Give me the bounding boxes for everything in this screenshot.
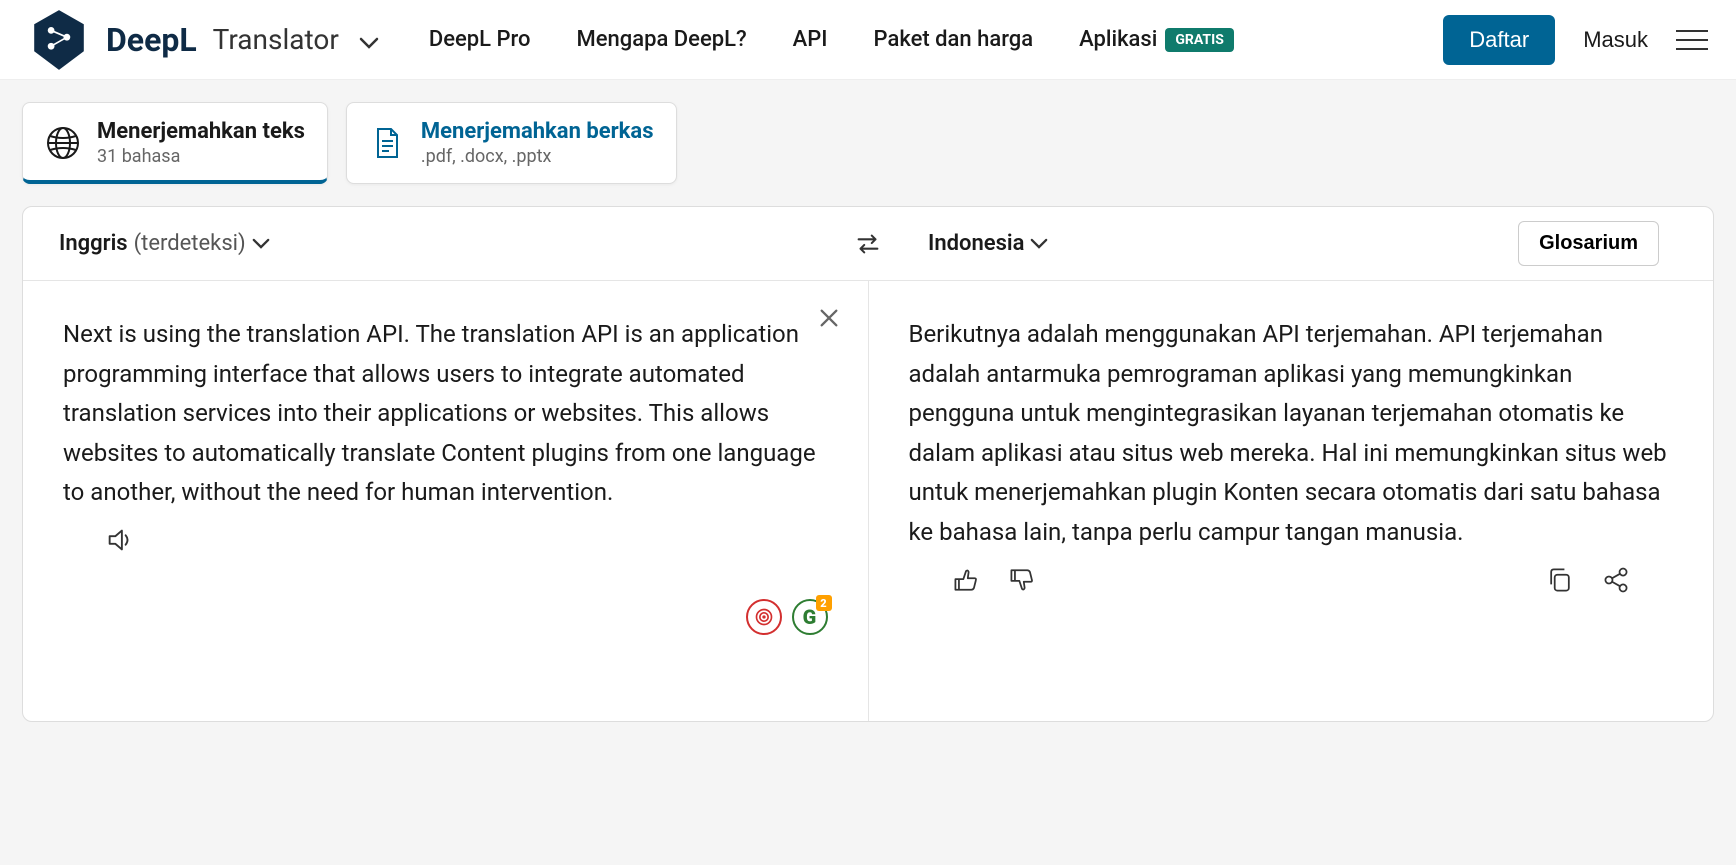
thumbs-down-button[interactable] xyxy=(1005,563,1039,597)
login-button[interactable]: Masuk xyxy=(1583,27,1648,53)
target-footer xyxy=(909,553,1674,621)
share-button[interactable] xyxy=(1599,563,1633,597)
nav-pricing[interactable]: Paket dan harga xyxy=(874,27,1034,52)
tab-translate-files[interactable]: Menerjemahkan berkas .pdf, .docx, .pptx xyxy=(346,102,677,184)
source-text-input[interactable]: Next is using the translation API. The t… xyxy=(63,315,828,513)
extension-grammarly-icon[interactable]: G 2 xyxy=(792,599,828,635)
target-language-name: Indonesia xyxy=(928,231,1024,256)
tab-files-title: Menerjemahkan berkas xyxy=(421,119,654,144)
primary-nav: DeepL Pro Mengapa DeepL? API Paket dan h… xyxy=(429,27,1443,52)
extension-badges: G 2 xyxy=(746,599,828,635)
chevron-down-icon xyxy=(1030,238,1048,249)
menu-icon[interactable] xyxy=(1676,30,1708,50)
clear-source-button[interactable] xyxy=(818,307,842,331)
nav-apps[interactable]: Aplikasi GRATIS xyxy=(1079,27,1234,52)
tab-text-title: Menerjemahkan teks xyxy=(97,119,305,144)
brand-name: DeepL xyxy=(106,21,197,59)
source-language-name: Inggris xyxy=(59,231,128,256)
swap-languages-button[interactable] xyxy=(844,220,892,268)
translator-panel: Inggris (terdeteksi) Indonesia Glosarium… xyxy=(22,206,1714,722)
deepl-logo-icon xyxy=(28,9,90,71)
extension-badge-count: 2 xyxy=(816,595,832,611)
nav-pro[interactable]: DeepL Pro xyxy=(429,27,531,52)
chevron-down-icon xyxy=(252,238,270,249)
nav-api[interactable]: API xyxy=(793,27,828,52)
tab-files-sub: .pdf, .docx, .pptx xyxy=(421,146,654,167)
mode-tabs: Menerjemahkan teks 31 bahasa Menerjemahk… xyxy=(0,80,1736,184)
globe-icon xyxy=(45,125,81,161)
source-detected-label: (terdeteksi) xyxy=(134,231,246,256)
logo[interactable]: DeepL Translator xyxy=(28,9,379,71)
copy-button[interactable] xyxy=(1543,563,1577,597)
thumbs-up-button[interactable] xyxy=(949,563,983,597)
free-badge: GRATIS xyxy=(1165,28,1233,52)
glossary-button[interactable]: Glosarium xyxy=(1518,221,1659,266)
header-actions: Daftar Masuk xyxy=(1443,15,1708,65)
chevron-down-icon[interactable] xyxy=(359,34,379,46)
source-pane: Next is using the translation API. The t… xyxy=(23,281,868,721)
signup-button[interactable]: Daftar xyxy=(1443,15,1555,65)
text-panes: Next is using the translation API. The t… xyxy=(23,281,1713,721)
target-pane: Berikutnya adalah menggunakan API terjem… xyxy=(868,281,1714,721)
source-footer xyxy=(63,513,828,581)
target-language-selector[interactable]: Indonesia xyxy=(928,231,1048,256)
product-name: Translator xyxy=(213,23,339,56)
tab-text-sub: 31 bahasa xyxy=(97,146,305,167)
listen-source-button[interactable] xyxy=(103,523,137,557)
nav-why[interactable]: Mengapa DeepL? xyxy=(577,27,747,52)
language-bar: Inggris (terdeteksi) Indonesia Glosarium xyxy=(23,207,1713,281)
main-header: DeepL Translator DeepL Pro Mengapa DeepL… xyxy=(0,0,1736,80)
target-text-output[interactable]: Berikutnya adalah menggunakan API terjem… xyxy=(909,315,1674,553)
source-language-selector[interactable]: Inggris (terdeteksi) xyxy=(59,231,270,256)
tab-translate-text[interactable]: Menerjemahkan teks 31 bahasa xyxy=(22,102,328,184)
document-icon xyxy=(369,125,405,161)
extension-target-icon[interactable] xyxy=(746,599,782,635)
nav-apps-label: Aplikasi xyxy=(1079,27,1157,52)
